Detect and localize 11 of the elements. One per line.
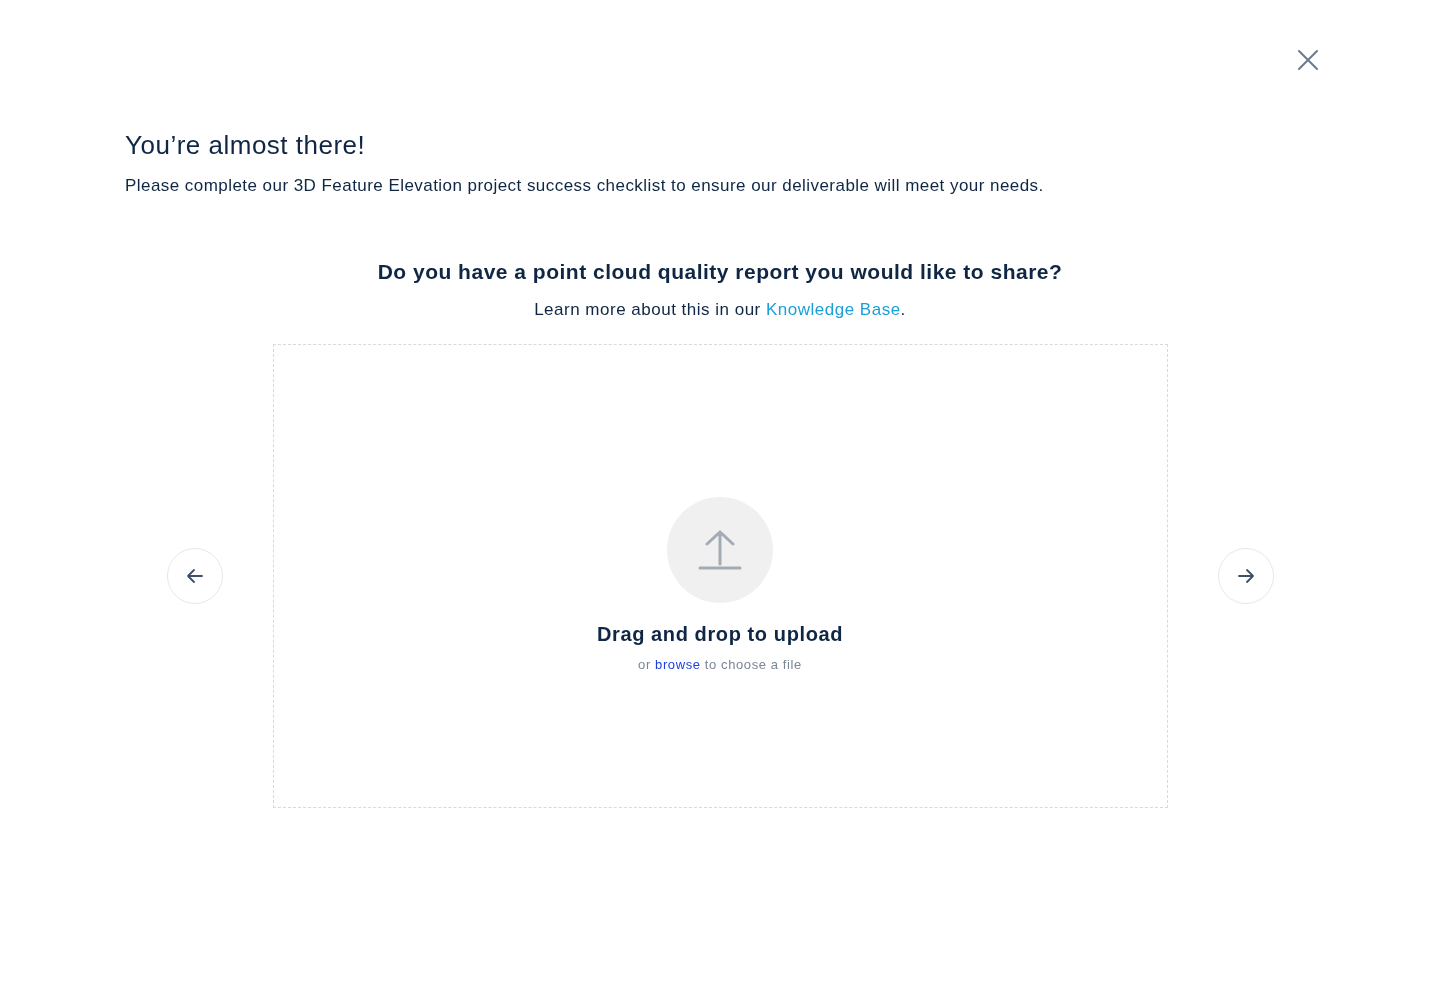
browse-link[interactable]: browse xyxy=(655,657,701,673)
upload-dropzone[interactable]: Drag and drop to upload or browse to choose a file xyxy=(272,344,1168,808)
question-heading: Do you have a point cloud quality report you would like to share? xyxy=(377,259,1063,285)
arrow-left-icon xyxy=(184,566,205,586)
upload-heading: Drag and drop to upload xyxy=(597,622,843,648)
arrow-right-icon xyxy=(1235,566,1256,586)
learn-more-text: Learn more about this in our Knowledge Base. xyxy=(534,299,906,321)
dialog-subtitle: Please complete our 3D Feature Elevation project success checklist to ensure our deliverable will meet your needs. xyxy=(125,175,1045,197)
close-icon xyxy=(1297,49,1319,71)
upload-hint: or browse to choose a file xyxy=(638,656,802,675)
dialog-title: You’re almost there! xyxy=(125,129,367,162)
